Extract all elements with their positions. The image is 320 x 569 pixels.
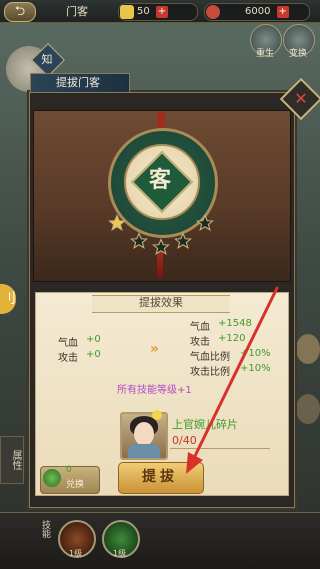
skill-level: 1级 [113, 549, 127, 558]
skill-level: 1级 [69, 549, 83, 558]
skill-tab[interactable]: 技能 [38, 520, 52, 538]
annotation-arrow-icon [186, 286, 279, 474]
